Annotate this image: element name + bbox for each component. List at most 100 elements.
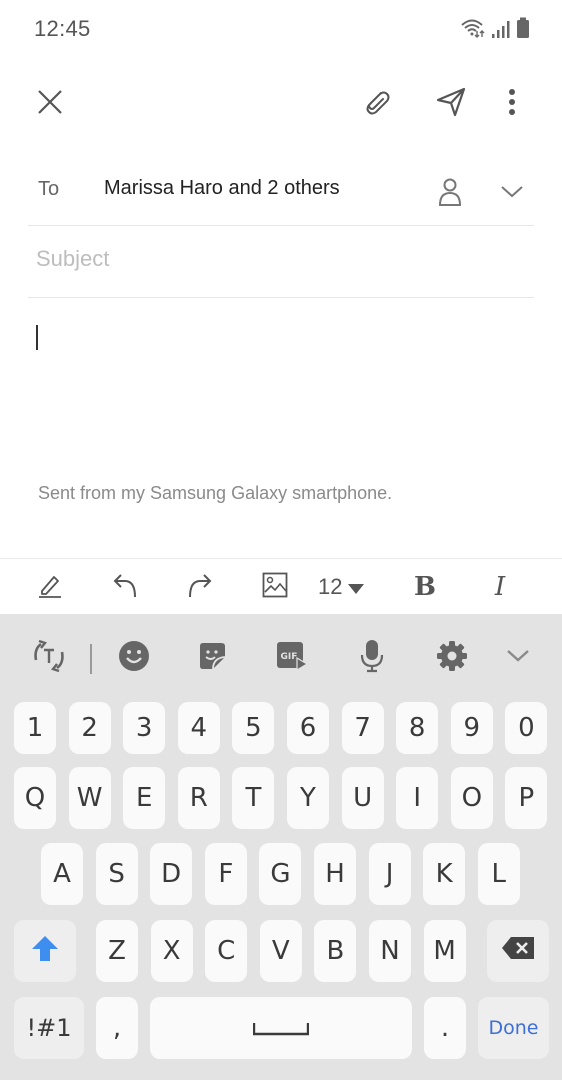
- letter-key-p[interactable]: P: [505, 767, 548, 829]
- letter-key-n[interactable]: N: [369, 920, 411, 982]
- font-size-value: 12: [318, 574, 343, 599]
- letter-key-f[interactable]: F: [204, 843, 247, 905]
- done-label: Done: [488, 1017, 539, 1039]
- letter-key-g[interactable]: G: [259, 843, 302, 905]
- wifi-icon: [460, 17, 486, 39]
- send-icon: [435, 86, 467, 118]
- done-key[interactable]: Done: [478, 997, 549, 1059]
- pen-icon: [36, 571, 64, 604]
- expand-recipients-button[interactable]: [488, 168, 536, 216]
- recipient-row: To Marissa Haro and 2 others: [28, 158, 534, 226]
- number-key-0[interactable]: 0: [505, 702, 548, 754]
- period-key[interactable]: .: [424, 997, 466, 1059]
- close-button[interactable]: [26, 78, 74, 126]
- comma-key[interactable]: ,: [96, 997, 138, 1059]
- number-key-6[interactable]: 6: [287, 702, 329, 754]
- letter-key-x[interactable]: X: [150, 920, 193, 982]
- number-key-9[interactable]: 9: [450, 702, 493, 754]
- voice-input-button[interactable]: [348, 634, 396, 682]
- pen-button[interactable]: [26, 563, 74, 611]
- letter-key-e[interactable]: E: [123, 767, 166, 829]
- image-icon: [262, 572, 288, 603]
- letter-key-r[interactable]: R: [177, 767, 220, 829]
- format-toolbar: 12 B I: [0, 558, 562, 614]
- backspace-icon: [501, 936, 535, 967]
- italic-button[interactable]: I: [476, 563, 524, 611]
- keyboard-settings-button[interactable]: [428, 634, 476, 682]
- collapse-icon: [506, 649, 530, 668]
- more-options-button[interactable]: [488, 78, 536, 126]
- close-icon: [37, 89, 63, 115]
- collapse-keyboard-button[interactable]: [494, 634, 542, 682]
- attach-button[interactable]: [352, 78, 400, 126]
- gif-icon: GIF: [276, 640, 309, 677]
- letter-key-d[interactable]: D: [150, 843, 193, 905]
- subject-input[interactable]: [36, 246, 516, 272]
- letter-key-s[interactable]: S: [95, 843, 138, 905]
- backspace-key[interactable]: [487, 920, 549, 982]
- undo-icon: [111, 571, 139, 604]
- font-size-dropdown[interactable]: 12: [318, 563, 365, 611]
- letter-key-t[interactable]: T: [232, 767, 275, 829]
- bold-button[interactable]: B: [401, 563, 449, 611]
- letter-key-j[interactable]: J: [368, 843, 411, 905]
- space-key[interactable]: [150, 997, 412, 1059]
- symbols-key[interactable]: !#1: [14, 997, 84, 1059]
- number-key-7[interactable]: 7: [341, 702, 384, 754]
- letter-key-b[interactable]: B: [314, 920, 357, 982]
- status-icons: [460, 17, 530, 39]
- number-key-5[interactable]: 5: [232, 702, 275, 754]
- letter-key-h[interactable]: H: [314, 843, 356, 905]
- shift-arrow-icon: [31, 934, 59, 969]
- emoji-icon: [118, 640, 150, 677]
- undo-button[interactable]: [101, 563, 149, 611]
- gif-button[interactable]: GIF: [268, 634, 316, 682]
- text-convert-icon: [31, 638, 67, 679]
- caret-down-icon: [348, 574, 365, 600]
- emoji-button[interactable]: [110, 634, 158, 682]
- bold-icon: B: [414, 572, 436, 602]
- text-convert-button[interactable]: [25, 634, 73, 682]
- recipient-field[interactable]: Marissa Haro and 2 others: [104, 177, 340, 200]
- letter-key-m[interactable]: M: [423, 920, 466, 982]
- letter-key-i[interactable]: I: [396, 767, 439, 829]
- paperclip-icon: [361, 87, 391, 117]
- space-icon: [252, 1013, 310, 1043]
- sticker-icon: [197, 641, 227, 676]
- letter-key-q[interactable]: Q: [14, 767, 56, 829]
- letter-key-c[interactable]: C: [205, 920, 248, 982]
- contacts-button[interactable]: [426, 168, 474, 216]
- letter-key-l[interactable]: L: [477, 843, 520, 905]
- redo-button[interactable]: [176, 563, 224, 611]
- redo-icon: [186, 571, 214, 604]
- shift-key[interactable]: [14, 920, 76, 982]
- to-label: To: [38, 178, 60, 200]
- letter-key-a[interactable]: A: [41, 843, 83, 905]
- insert-image-button[interactable]: [251, 563, 299, 611]
- text-caret: [36, 325, 38, 350]
- letter-key-o[interactable]: O: [450, 767, 493, 829]
- letter-key-w[interactable]: W: [68, 767, 111, 829]
- signal-icon: [491, 19, 511, 39]
- italic-icon: I: [494, 572, 506, 602]
- letter-key-z[interactable]: Z: [96, 920, 138, 982]
- subject-row: [28, 226, 534, 298]
- chevron-down-icon: [500, 185, 524, 199]
- toolbar-divider: [90, 644, 92, 674]
- number-key-8[interactable]: 8: [396, 702, 439, 754]
- number-key-3[interactable]: 3: [123, 702, 166, 754]
- number-key-4[interactable]: 4: [177, 702, 220, 754]
- number-key-1[interactable]: 1: [14, 702, 56, 754]
- person-icon: [438, 177, 462, 207]
- letter-key-k[interactable]: K: [423, 843, 466, 905]
- sticker-button[interactable]: [188, 634, 236, 682]
- message-body[interactable]: Sent from my Samsung Galaxy smartphone.: [28, 298, 534, 558]
- number-key-2[interactable]: 2: [68, 702, 111, 754]
- letter-key-u[interactable]: U: [341, 767, 384, 829]
- keyboard: G I F 1 2 3 4 5 6 7 8 9 0 Q W E R T Y U I …: [0, 614, 562, 1080]
- settings-icon: [436, 640, 468, 677]
- letter-key-v[interactable]: V: [259, 920, 302, 982]
- letter-key-y[interactable]: Y: [287, 767, 329, 829]
- send-button[interactable]: [427, 78, 475, 126]
- compose-action-bar: [0, 72, 562, 132]
